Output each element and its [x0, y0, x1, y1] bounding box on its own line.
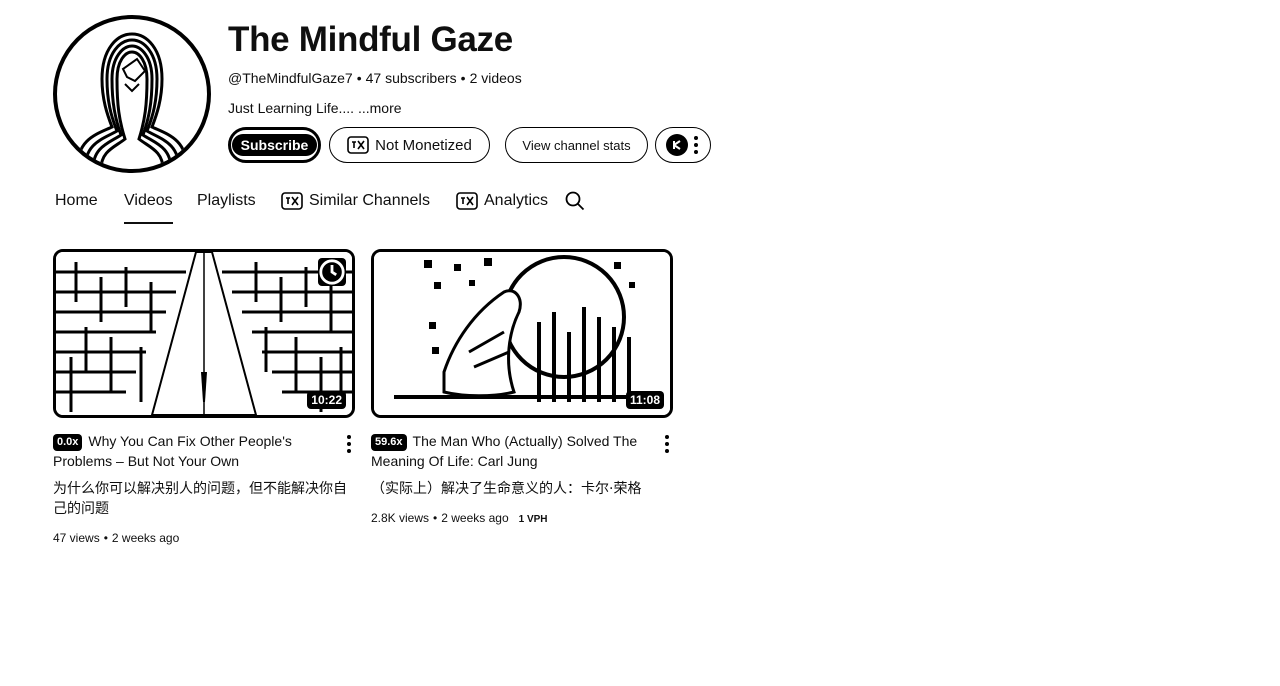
tab-analytics[interactable]: Analytics	[456, 188, 548, 214]
view-count: 2.8K views	[371, 511, 430, 525]
avatar-figure-icon	[75, 32, 189, 169]
upload-age: 2 weeks ago	[111, 531, 180, 545]
channel-description[interactable]: Just Learning Life.... ...more	[228, 100, 402, 116]
vidiq-icon	[347, 136, 369, 154]
search-icon[interactable]	[565, 188, 585, 214]
video-card[interactable]: 10:22 0.0x Why You Can Fix Other People's…	[53, 249, 355, 545]
more-vert-icon[interactable]	[347, 435, 351, 453]
channel-meta: @TheMindfulGaze7 • 47 subscribers • 2 videos	[228, 70, 522, 86]
vph-badge: 1 VPH	[518, 514, 548, 525]
outlier-score-badge: 0.0x	[53, 434, 83, 451]
meditating-figure-thumbnail-icon	[374, 252, 670, 415]
description-text: Just Learning Life....	[228, 100, 355, 116]
video-count: 2 videos	[469, 70, 522, 86]
video-thumbnail[interactable]: 11:08	[371, 249, 673, 418]
video-card[interactable]: 11:08 59.6x The Man Who (Actually) Solved…	[371, 249, 673, 525]
vidiq-icon	[281, 192, 303, 210]
more-link[interactable]: ...more	[358, 100, 402, 116]
maze-thumbnail-icon	[56, 252, 352, 415]
extension-logo-icon	[666, 134, 688, 156]
video-duration: 10:22	[307, 391, 346, 409]
subscribe-label: Subscribe	[231, 134, 318, 156]
video-thumbnail[interactable]: 10:22	[53, 249, 355, 418]
video-translated-title: （实际上）解决了生命意义的人：卡尔·荣格	[371, 481, 642, 497]
video-title[interactable]: Why You Can Fix Other People's Problems …	[53, 433, 292, 469]
video-translated-title: 为什么你可以解决别人的问题，但不能解决你自己的问题	[53, 481, 347, 517]
outlier-score-badge: 59.6x	[371, 434, 407, 451]
upload-age: 2 weeks ago	[441, 511, 509, 525]
view-channel-stats-button[interactable]: View channel stats	[505, 127, 648, 163]
video-stats: 47 views • 2 weeks ago	[53, 531, 180, 545]
more-vert-icon	[694, 136, 698, 154]
stats-label: View channel stats	[522, 137, 631, 153]
tab-videos[interactable]: Videos	[124, 188, 173, 224]
tab-playlists[interactable]: Playlists	[197, 188, 256, 214]
subscribe-button[interactable]: Subscribe	[228, 127, 321, 163]
video-stats: 2.8K views • 2 weeks ago 1 VPH	[371, 511, 548, 525]
video-title[interactable]: The Man Who (Actually) Solved The Meanin…	[371, 433, 637, 469]
extension-menu-button[interactable]	[655, 127, 711, 163]
vidiq-icon	[456, 192, 478, 210]
watch-later-icon[interactable]	[318, 258, 346, 286]
tab-similar-channels[interactable]: Similar Channels	[281, 188, 430, 214]
view-count: 47 views	[53, 531, 100, 545]
video-duration: 11:08	[625, 391, 664, 409]
monetization-label: Not Monetized	[375, 136, 472, 154]
more-vert-icon[interactable]	[665, 435, 669, 453]
channel-avatar[interactable]	[53, 15, 211, 173]
tab-home[interactable]: Home	[55, 188, 98, 214]
channel-title: The Mindful Gaze	[228, 20, 513, 59]
channel-handle: @TheMindfulGaze7	[228, 70, 353, 86]
monetization-button[interactable]: Not Monetized	[329, 127, 490, 163]
subscriber-count: 47 subscribers	[365, 70, 457, 86]
